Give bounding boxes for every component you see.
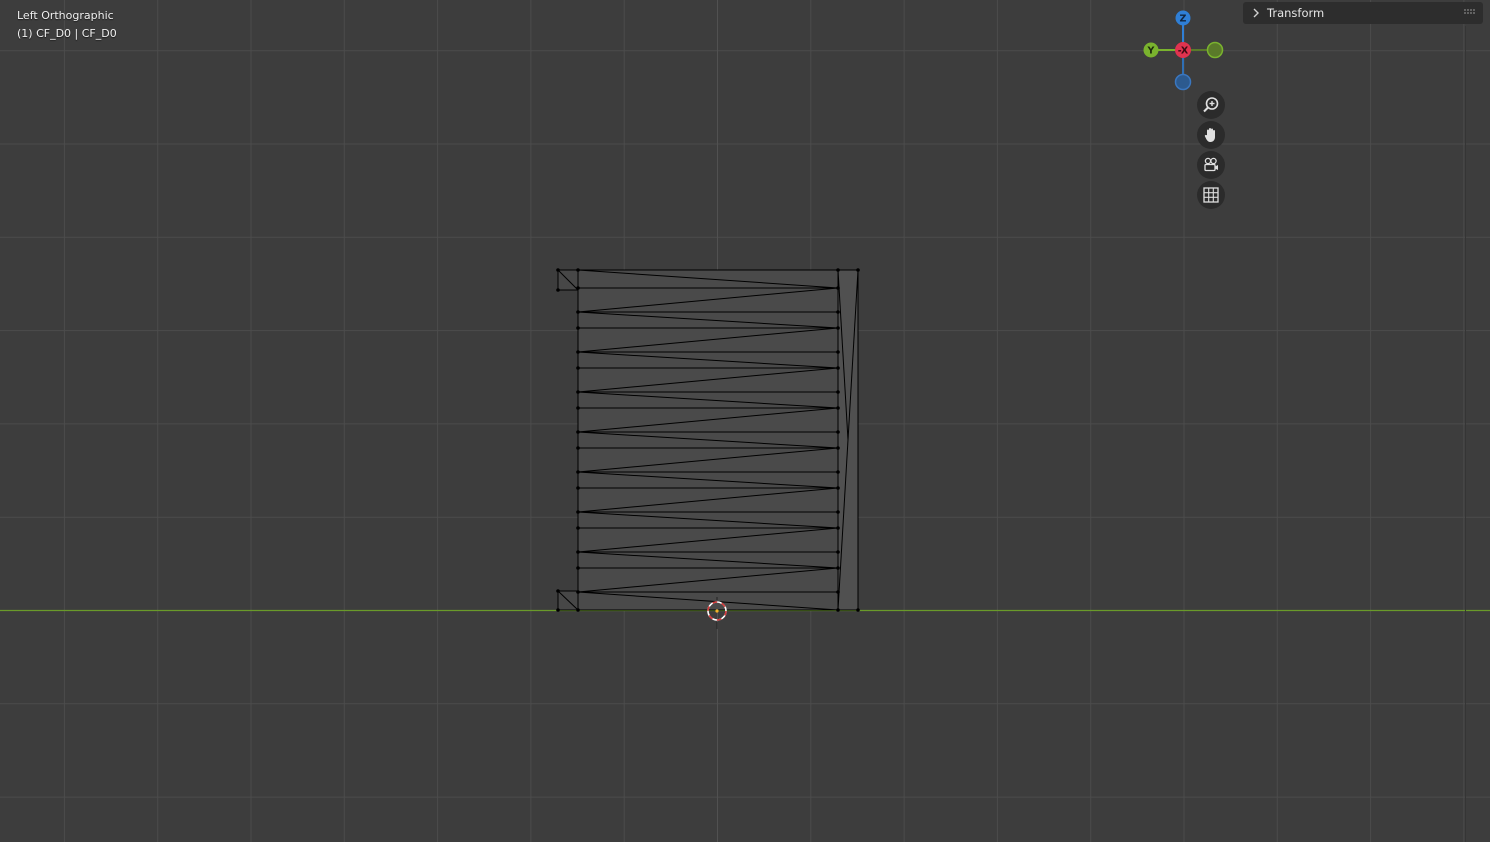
mesh-vertex [576,350,580,354]
mesh-vertex [856,268,860,272]
gizmo-neg-z[interactable] [1174,73,1192,91]
mesh-vertex [836,310,840,314]
mesh-vertex [836,446,840,450]
gizmo-y-label: Y [1147,46,1155,57]
zoom-button[interactable] [1197,91,1225,119]
pan-hand-icon [1204,128,1215,142]
mesh-vertex [576,566,580,570]
mesh-vertex [836,326,840,330]
mesh-vertex [576,550,580,554]
3d-viewport[interactable] [0,0,1490,842]
zoom-icon [1203,97,1219,113]
pan-button[interactable] [1197,121,1225,149]
mesh-vertex [836,486,840,490]
chevron-right-icon [1253,8,1259,18]
mesh-vertex [556,589,560,593]
mesh-vertex [556,608,560,612]
gizmo-neg-x-axis[interactable]: -X [1175,42,1191,58]
gizmo-neg-y[interactable] [1206,41,1224,59]
mesh-vertex [576,310,580,314]
mesh-vertex [576,486,580,490]
camera-view-button[interactable] [1197,151,1225,179]
transform-panel-label: Transform [1267,6,1325,20]
mesh-vertex [576,268,580,272]
mesh-vertex [576,526,580,530]
mesh-vertex [836,526,840,530]
sidebar-edge [1465,26,1466,842]
mesh-vertex [576,590,580,594]
mesh-vertex [836,406,840,410]
gizmo-y-axis[interactable]: Y [1143,42,1159,58]
mesh-vertex [556,288,560,292]
mesh-vertex [576,470,580,474]
mesh-vertex [836,430,840,434]
gizmo-x-label: -X [1178,46,1189,57]
mesh-vertex [576,406,580,410]
mesh-vertex [576,286,580,290]
mesh-vertex [836,350,840,354]
mesh-vertex [836,590,840,594]
ortho-grid-icon [1203,187,1219,203]
navigation-gizmo[interactable]: Z Y -X [1140,8,1226,94]
mesh-vertex [576,510,580,514]
cf-d0-mesh-object[interactable] [556,268,860,612]
drag-grip-icon[interactable] [1463,8,1475,18]
mesh-vertex [836,550,840,554]
mesh-vertex [556,268,560,272]
active-object-info: (1) CF_D0 | CF_D0 [17,27,117,40]
mesh-vertex [576,608,580,612]
mesh-vertex [576,446,580,450]
mesh-vertex [576,326,580,330]
mesh-vertex [836,286,840,290]
ortho-persp-toggle-button[interactable] [1197,181,1225,209]
mesh-vertex [836,366,840,370]
view-name-label: Left Orthographic [17,9,114,22]
camera-icon [1204,157,1218,172]
gizmo-z-label: Z [1180,14,1187,25]
mesh-vertex [576,430,580,434]
mesh-vertex [836,510,840,514]
mesh-vertex [576,366,580,370]
mesh-vertex [576,390,580,394]
gizmo-z-axis[interactable]: Z [1175,10,1191,26]
mesh-vertex [836,470,840,474]
mesh-vertex [836,268,840,272]
mesh-vertex [836,608,840,612]
mesh-vertex [836,390,840,394]
mesh-vertex [856,608,860,612]
mesh-vertex [836,566,840,570]
transform-panel-header[interactable]: Transform [1243,2,1483,24]
